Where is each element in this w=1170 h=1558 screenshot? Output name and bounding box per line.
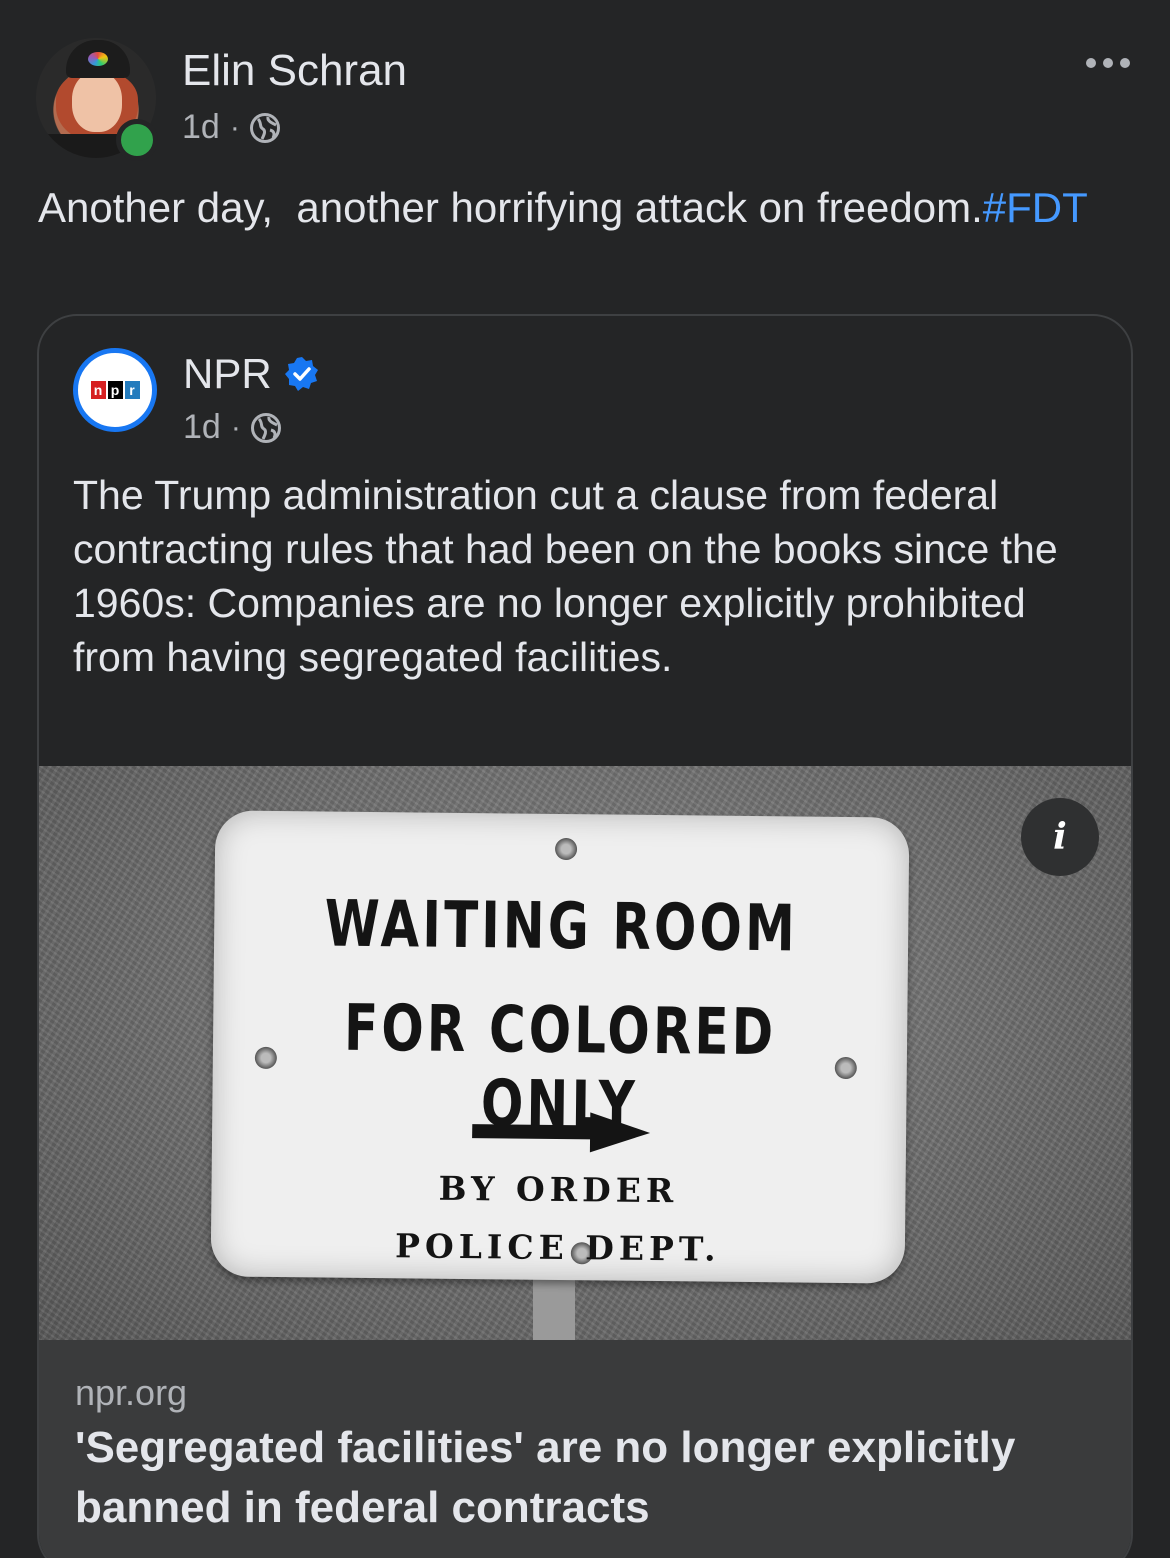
logo-letter-p: p <box>107 381 123 399</box>
link-title[interactable]: 'Segregated facilities' are no longer ex… <box>75 1418 1095 1538</box>
meta-separator: · <box>230 410 241 444</box>
verified-badge-icon <box>284 357 318 391</box>
shared-post-card[interactable]: n p r NPR 1d · The Trump administration … <box>37 314 1133 1558</box>
arrow-right-icon <box>472 1112 651 1153</box>
author-name[interactable]: Elin Schran <box>182 46 407 96</box>
facebook-post: Elin Schran 1d · Another day, another ho… <box>0 0 1170 1558</box>
shared-post-time[interactable]: 1d <box>183 408 221 447</box>
post-meta: 1d · <box>182 108 280 147</box>
sign-board: WAITING ROOM FOR COLORED ONLY BY ORDER P… <box>210 810 910 1284</box>
online-status-indicator <box>116 119 158 161</box>
link-preview-image[interactable]: WAITING ROOM FOR COLORED ONLY BY ORDER P… <box>39 766 1131 1340</box>
npr-logo[interactable]: n p r <box>73 348 157 432</box>
logo-letter-r: r <box>124 381 140 399</box>
sign-bolt <box>834 1056 857 1080</box>
sign-text-line3: BY ORDER <box>438 1168 679 1211</box>
info-icon[interactable]: i <box>1021 798 1099 876</box>
sign-bolt <box>254 1046 277 1070</box>
meta-separator: · <box>229 110 240 144</box>
globe-icon <box>250 412 281 443</box>
shared-post-meta: 1d · <box>183 408 281 447</box>
logo-letter-n: n <box>90 381 106 399</box>
sign-bolt <box>554 837 578 861</box>
sign-text-line1: WAITING ROOM <box>324 887 799 967</box>
post-time[interactable]: 1d <box>182 108 220 147</box>
hashtag-link[interactable]: #FDT <box>983 184 1088 231</box>
avatar-face <box>72 72 122 132</box>
globe-icon <box>249 112 280 143</box>
shared-post-text: The Trump administration cut a clause fr… <box>73 472 1058 680</box>
page-name[interactable]: NPR <box>183 350 272 398</box>
link-domain: npr.org <box>75 1372 188 1413</box>
sign-text-line4: POLICE DEPT. <box>394 1226 721 1269</box>
avatar-hat <box>66 40 130 78</box>
link-preview-footer[interactable]: npr.org 'Segregated facilities' are no l… <box>39 1340 1131 1558</box>
page-name-row: NPR <box>183 350 320 398</box>
post-body-text: Another day, another horrifying attack o… <box>38 184 983 231</box>
post-text: Another day, another horrifying attack o… <box>38 180 1128 235</box>
more-options-icon[interactable] <box>1086 58 1130 68</box>
sign-pole <box>533 1276 575 1340</box>
